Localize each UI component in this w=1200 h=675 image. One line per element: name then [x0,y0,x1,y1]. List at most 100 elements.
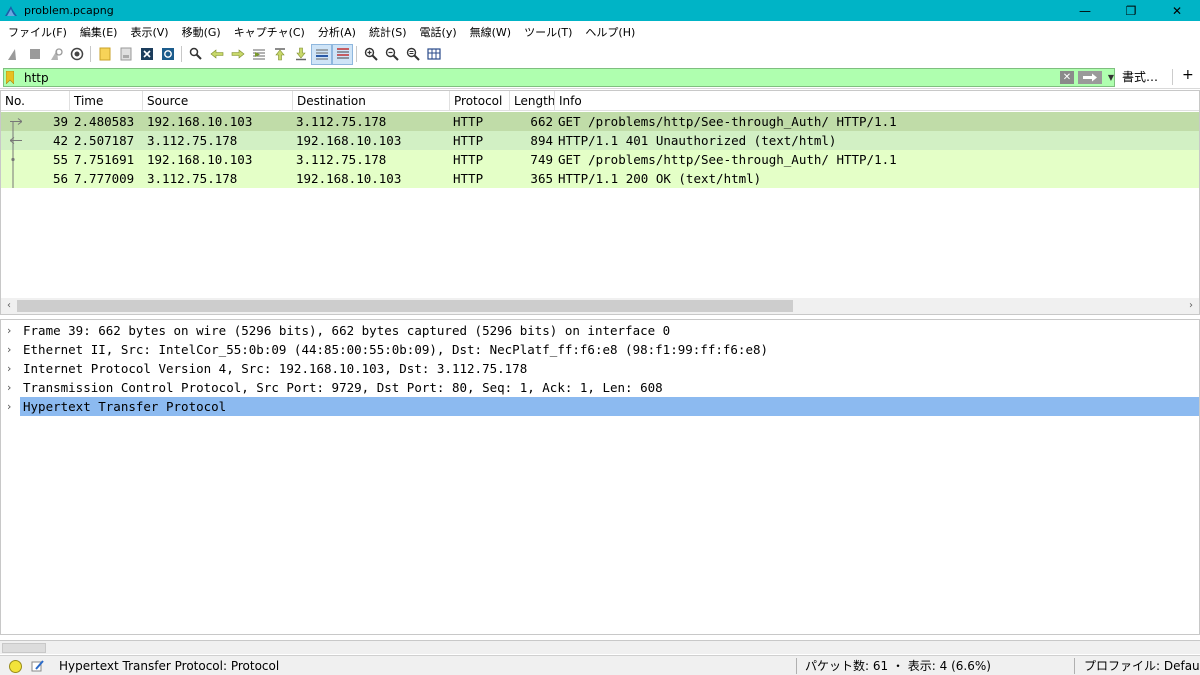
colorize-button[interactable] [332,43,353,65]
display-filter-field: ✕ ▼ [3,68,1115,87]
zoom-in-button[interactable] [360,44,381,65]
zoom-out-button[interactable] [381,44,402,65]
menu-statistics[interactable]: 統計(S) [365,24,413,40]
go-back-icon [210,49,223,59]
arrow-right-icon [1083,73,1097,82]
chevron-right-icon[interactable]: › [7,378,17,397]
chevron-right-icon[interactable]: › [7,321,17,340]
packet-row[interactable]: 39 2.480583 192.168.10.103 3.112.75.178 HTTP… [1,112,1199,131]
expert-info-indicator-icon[interactable] [9,660,22,673]
cell-source: 3.112.75.178 [147,133,238,148]
restart-capture-button[interactable] [45,44,66,65]
packet-details-pane: › Frame 39: 662 bytes on wire (5296 bits)… [0,319,1200,635]
cell-protocol: HTTP [453,133,484,148]
menu-analyze[interactable]: 分析(A) [314,24,362,40]
stop-capture-button[interactable] [24,44,45,65]
column-header-length[interactable]: Length [510,91,555,111]
column-header-protocol[interactable]: Protocol [450,91,510,111]
profile-status[interactable]: プロファイル: Default [1084,656,1200,675]
display-filter-bar: ✕ ▼ 書式… + [0,66,1200,89]
menu-help[interactable]: ヘルプ(H) [581,24,641,40]
detail-tree-item[interactable]: › Hypertext Transfer Protocol [1,397,1199,416]
column-header-destination[interactable]: Destination [293,91,450,111]
minimize-button[interactable]: — [1062,0,1108,21]
cell-length: 365 [530,171,553,186]
display-filter-input[interactable] [24,70,924,86]
cell-source: 192.168.10.103 [147,152,253,167]
status-bar: Hypertext Transfer Protocol: Protocol パケ… [0,655,1200,675]
window-title: problem.pcapng [24,4,114,17]
status-separator [1074,658,1075,674]
add-filter-button[interactable]: + [1182,67,1194,83]
column-header-time[interactable]: Time [70,91,143,111]
toolbar-separator [90,46,91,62]
cell-destination: 3.112.75.178 [296,114,387,129]
save-file-button[interactable] [115,44,136,65]
packet-bytes-scrollbar[interactable] [0,640,1200,654]
open-file-button[interactable] [94,44,115,65]
scrollbar-thumb[interactable] [2,643,46,653]
column-header-info[interactable]: Info [555,91,1199,111]
menu-file[interactable]: ファイル(F) [4,24,73,40]
menu-capture[interactable]: キャプチャ(C) [230,24,311,40]
menu-wireless[interactable]: 無線(W) [466,24,517,40]
reload-file-button[interactable] [157,44,178,65]
column-header-source[interactable]: Source [143,91,293,111]
stop-icon [29,49,40,59]
cell-protocol: HTTP [453,152,484,167]
chevron-right-icon[interactable]: › [7,359,17,378]
detail-tree-label: Internet Protocol Version 4, Src: 192.16… [23,361,528,376]
packet-row[interactable]: 55 7.751691 192.168.10.103 3.112.75.178 HTTP… [1,150,1199,169]
cell-source: 3.112.75.178 [147,171,238,186]
chevron-down-icon: ▼ [1107,73,1115,82]
detail-tree-item[interactable]: › Transmission Control Protocol, Src Port… [1,378,1199,397]
resize-columns-icon [426,48,441,60]
wireshark-fin-icon [5,5,17,16]
close-file-button[interactable] [136,44,157,65]
find-packet-button[interactable] [185,44,206,65]
menu-go[interactable]: 移動(G) [178,24,227,40]
autoscroll-button[interactable] [311,43,332,65]
cell-info: HTTP/1.1 200 OK (text/html) [558,171,762,186]
save-file-icon [120,47,131,61]
chevron-right-icon[interactable]: › [7,340,17,359]
close-icon: ✕ [1171,3,1183,18]
title-bar: problem.pcapng — ❐ ✕ [0,0,1200,21]
detail-tree-item[interactable]: › Internet Protocol Version 4, Src: 192.1… [1,359,1199,378]
menu-view[interactable]: 表示(V) [126,24,174,40]
detail-tree-item[interactable]: › Ethernet II, Src: IntelCor_55:0b:09 (44… [1,340,1199,359]
clear-filter-button[interactable]: ✕ [1060,71,1074,84]
scroll-right-icon[interactable]: › [1183,298,1199,314]
go-back-button[interactable] [206,44,227,65]
go-first-icon [274,48,285,61]
go-forward-button[interactable] [227,44,248,65]
recent-filters-dropdown[interactable]: ▼ [1106,69,1116,86]
chevron-right-icon[interactable]: › [7,397,17,416]
bookmark-icon[interactable] [6,71,14,84]
scroll-left-icon[interactable]: ‹ [1,298,17,314]
resize-columns-button[interactable] [423,44,444,65]
column-header-no[interactable]: No. [1,91,70,111]
go-to-packet-button[interactable] [248,44,269,65]
packet-list-horizontal-scrollbar[interactable]: ‹ › [1,298,1199,314]
edit-comment-icon[interactable] [31,659,45,673]
capture-options-button[interactable] [66,44,87,65]
toolbar-separator [356,46,357,62]
menu-telephony[interactable]: 電話(y) [416,24,463,40]
detail-tree-item[interactable]: › Frame 39: 662 bytes on wire (5296 bits)… [1,321,1199,340]
packet-row[interactable]: 42 2.507187 3.112.75.178 192.168.10.103 HTTP… [1,131,1199,150]
detail-tree-label: Transmission Control Protocol, Src Port:… [23,380,663,395]
close-button[interactable]: ✕ [1154,0,1200,21]
zoom-in-icon [364,47,378,61]
go-first-button[interactable] [269,44,290,65]
packet-row[interactable]: 56 7.777009 3.112.75.178 192.168.10.103 HTTP… [1,169,1199,188]
apply-filter-button[interactable] [1078,71,1102,84]
restore-button[interactable]: ❐ [1108,0,1154,21]
start-capture-button[interactable] [3,44,24,65]
menu-edit[interactable]: 編集(E) [76,24,124,40]
go-last-button[interactable] [290,44,311,65]
filter-expression-button[interactable]: 書式… [1122,68,1158,85]
scrollbar-thumb[interactable] [17,300,793,312]
menu-tools[interactable]: ツール(T) [520,24,578,40]
zoom-normal-button[interactable] [402,44,423,65]
